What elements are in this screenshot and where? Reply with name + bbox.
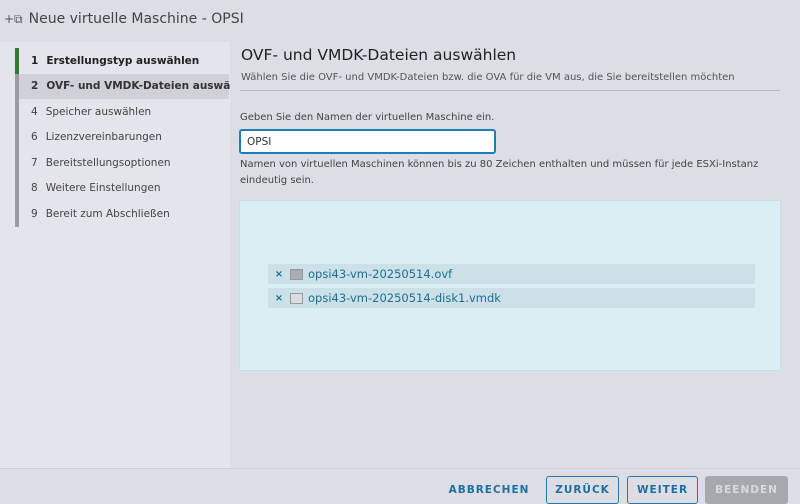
file-drop-zone[interactable]: × opsi43-vm-20250514.ovf × opsi43-vm-202…	[239, 200, 781, 371]
file-item: × opsi43-vm-20250514.ovf	[268, 264, 755, 284]
ovf-file-icon	[290, 268, 303, 280]
finish-button[interactable]: BEENDEN	[705, 476, 788, 504]
remove-file-icon[interactable]: ×	[268, 269, 290, 280]
step-label: Lizenzvereinbarungen	[45, 131, 162, 144]
window-title: Neue virtuelle Maschine - OPSI	[28, 11, 244, 27]
step-number: 9	[31, 207, 38, 220]
step-8: 8 Weitere Einstellungen	[15, 175, 229, 201]
step-label: Weitere Einstellungen	[45, 182, 161, 195]
step-number: 2	[31, 80, 39, 93]
step-label: Speicher auswählen	[45, 105, 152, 118]
step-9: 9 Bereit zum Abschließen	[15, 201, 229, 227]
next-button[interactable]: WEITER	[627, 476, 698, 504]
vm-name-hint: Namen von virtuellen Maschinen können bi…	[240, 159, 759, 186]
disk-file-icon	[290, 292, 303, 304]
page-title: OVF- und VMDK-Dateien auswählen	[241, 46, 517, 64]
step-4: 4 Speicher auswählen	[15, 99, 229, 125]
window-header: +⧉ Neue virtuelle Maschine - OPSI	[0, 0, 800, 38]
step-7: 7 Bereitstellungsoptionen	[15, 150, 229, 176]
step-label: Erstellungstyp auswählen	[46, 54, 200, 67]
step-number: 8	[31, 182, 38, 195]
step-2[interactable]: 2 OVF- und VMDK-Dateien auswählen	[15, 73, 256, 99]
step-label: Bereitstellungsoptionen	[45, 156, 171, 169]
vm-name-label: Geben Sie den Namen der virtuellen Masch…	[240, 112, 495, 123]
step-6: 6 Lizenzvereinbarungen	[15, 124, 229, 150]
step-number: 7	[31, 156, 38, 169]
step-1[interactable]: 1 Erstellungstyp auswählen	[15, 48, 229, 74]
main-panel: OVF- und VMDK-Dateien auswählen Wählen S…	[230, 42, 800, 468]
file-item: × opsi43-vm-20250514-disk1.vmdk	[268, 288, 755, 308]
divider	[240, 90, 780, 91]
step-number: 1	[31, 54, 39, 67]
wizard-footer: ABBRECHEN ZURÜCK WEITER BEENDEN	[0, 468, 800, 504]
remove-file-icon[interactable]: ×	[268, 293, 290, 304]
step-label: Bereit zum Abschließen	[45, 207, 170, 220]
back-button[interactable]: ZURÜCK	[546, 476, 619, 504]
file-name: opsi43-vm-20250514-disk1.vmdk	[308, 291, 501, 305]
vm-name-input[interactable]	[239, 129, 496, 154]
step-label: OVF- und VMDK-Dateien auswählen	[46, 80, 256, 93]
step-number: 4	[31, 105, 38, 118]
add-vm-icon: +⧉	[4, 11, 23, 26]
wizard-steps-sidebar: 1 Erstellungstyp auswählen 2 OVF- und VMDK…	[0, 42, 256, 468]
page-subtitle: Wählen Sie die OVF- und VMDK-Dateien bzw…	[241, 72, 735, 83]
file-name: opsi43-vm-20250514.ovf	[308, 267, 453, 281]
cancel-button[interactable]: ABBRECHEN	[446, 476, 532, 504]
step-number: 6	[31, 131, 38, 144]
